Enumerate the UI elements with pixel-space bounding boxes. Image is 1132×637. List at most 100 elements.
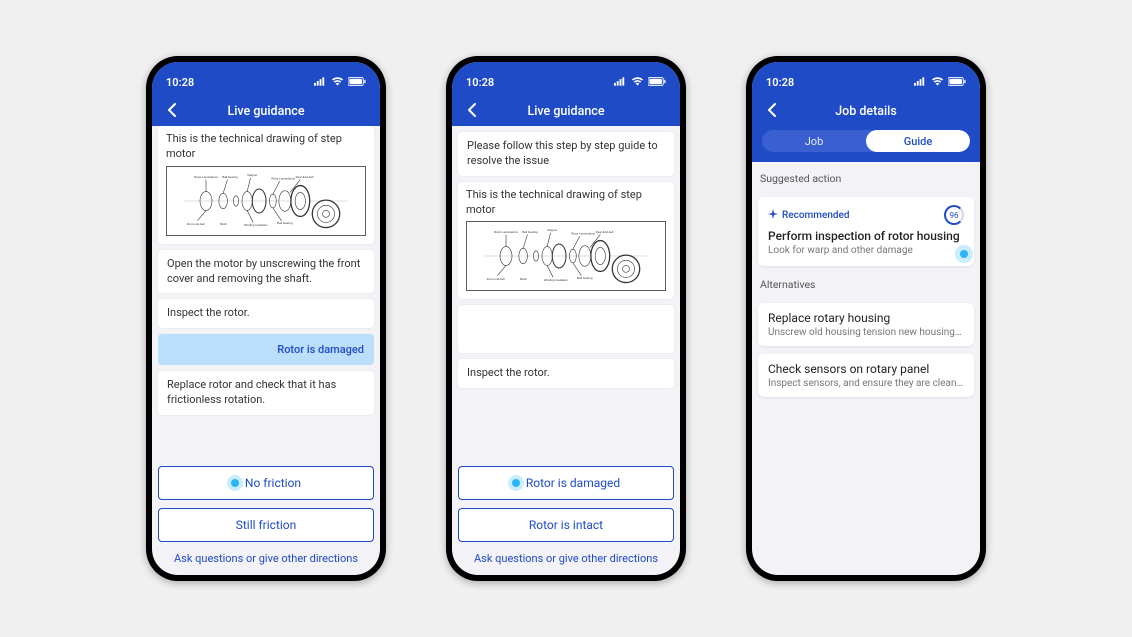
alt-subtitle: Unscrew old housing tension new housing … (768, 327, 964, 338)
drawing-caption: This is the technical drawing of step mo… (166, 132, 366, 162)
status-indicators (614, 76, 666, 89)
alt-title: Replace rotary housing (768, 311, 964, 325)
action-title: Perform inspection of rotor housing (768, 229, 964, 243)
step-card: Open the motor by unscrewing the front c… (158, 250, 374, 294)
tab-guide[interactable]: Guide (866, 130, 970, 152)
svg-text:Ball bearing: Ball bearing (522, 230, 538, 234)
svg-text:Rear End-bell: Rear End-bell (596, 230, 614, 234)
alt-title: Check sensors on rotary panel (768, 362, 964, 376)
phone-2: 10:28 Live guidance Please follow this s… (446, 56, 686, 581)
option-label: Rotor is intact (529, 518, 603, 532)
screen: 10:28 Live guidance This is the technica… (152, 62, 380, 575)
status-time: 10:28 (166, 76, 194, 89)
tab-job[interactable]: Job (762, 130, 866, 152)
wifi-icon (931, 76, 944, 89)
back-button[interactable] (462, 100, 482, 120)
alternative-card[interactable]: Check sensors on rotary panel Inspect se… (758, 354, 974, 397)
segmented-control: Job Guide (752, 126, 980, 162)
status-time: 10:28 (766, 76, 794, 89)
svg-text:Ball bearing: Ball bearing (277, 221, 293, 225)
screen: 10:28 Job details Job Guide Suggested ac… (752, 62, 980, 575)
pulse-indicator-icon (960, 250, 968, 258)
wifi-icon (331, 76, 344, 89)
alternative-card[interactable]: Replace rotary housing Unscrew old housi… (758, 303, 974, 346)
footer-prompt[interactable]: Ask questions or give other directions (152, 548, 380, 575)
svg-text:Front end-bell: Front end-bell (187, 222, 205, 226)
technical-drawing: Rotor Laminations Ball bearing Magnet Ro… (466, 221, 666, 291)
intro-card: Please follow this step by step guide to… (458, 132, 674, 176)
svg-text:Rotor Laminations: Rotor Laminations (194, 175, 218, 179)
alt-subtitle: Inspect sensors, and ensure they are cle… (768, 378, 964, 389)
sparkle-icon (768, 209, 778, 222)
footer-prompt[interactable]: Ask questions or give other directions (452, 548, 680, 575)
score-value: 96 (950, 211, 959, 220)
svg-text:Magnet: Magnet (247, 173, 257, 177)
technical-drawing: Rotor Laminations Ball bearing Magnet Ro… (166, 166, 366, 236)
back-button[interactable] (762, 100, 782, 120)
action-subtitle: Look for warp and other damage (768, 245, 964, 256)
drawing-card: This is the technical drawing of step mo… (158, 126, 374, 244)
phone-3: 10:28 Job details Job Guide Suggested ac… (746, 56, 986, 581)
section-suggested: Suggested action (758, 168, 974, 189)
status-bar: 10:28 (452, 62, 680, 96)
content-area: Suggested action Recommended 96 Perform … (752, 162, 980, 575)
content-area: Please follow this step by step guide to… (452, 126, 680, 466)
svg-text:Rotor Laminations: Rotor Laminations (571, 232, 595, 236)
user-response: Rotor is damaged (158, 334, 374, 365)
page-title: Job details (752, 104, 980, 119)
score-badge: 96 (944, 205, 964, 225)
status-time: 10:28 (466, 76, 494, 89)
recommended-header: Recommended 96 (768, 205, 964, 225)
recommended-action-card[interactable]: Recommended 96 Perform inspection of rot… (758, 197, 974, 266)
option-no-friction[interactable]: No friction (158, 466, 374, 500)
content-area: This is the technical drawing of step mo… (152, 126, 380, 466)
status-indicators (914, 76, 966, 89)
svg-text:Ball bearing: Ball bearing (577, 277, 593, 281)
phone-1: 10:28 Live guidance This is the technica… (146, 56, 386, 581)
cellular-icon (314, 76, 327, 89)
cellular-icon (614, 76, 627, 89)
step-card: Inspect the rotor. (458, 359, 674, 388)
status-bar: 10:28 (752, 62, 980, 96)
svg-text:Winding Insulation: Winding Insulation (544, 278, 568, 282)
step-card: Inspect the rotor. (158, 299, 374, 328)
options-area: No friction Still friction (152, 466, 380, 548)
option-still-friction[interactable]: Still friction (158, 508, 374, 542)
option-rotor-intact[interactable]: Rotor is intact (458, 508, 674, 542)
step-card: Replace rotor and check that it has fric… (158, 371, 374, 415)
status-bar: 10:28 (152, 62, 380, 96)
battery-icon (348, 76, 366, 89)
svg-text:Ball bearing: Ball bearing (222, 175, 238, 179)
status-indicators (314, 76, 366, 89)
svg-text:Magnet: Magnet (547, 229, 557, 233)
option-rotor-damaged[interactable]: Rotor is damaged (458, 466, 674, 500)
svg-text:Winding Insulation: Winding Insulation (244, 223, 268, 227)
page-title: Live guidance (452, 104, 680, 119)
option-label: Rotor is damaged (526, 476, 620, 490)
pulse-indicator-icon (512, 479, 520, 487)
wifi-icon (631, 76, 644, 89)
cellular-icon (914, 76, 927, 89)
back-button[interactable] (162, 100, 182, 120)
drawing-caption: This is the technical drawing of step mo… (466, 188, 666, 218)
screen: 10:28 Live guidance Please follow this s… (452, 62, 680, 575)
svg-text:Front end-bell: Front end-bell (487, 277, 505, 281)
options-area: Rotor is damaged Rotor is intact (452, 466, 680, 548)
blank-card (458, 305, 674, 353)
svg-text:Rotor Laminations: Rotor Laminations (494, 230, 518, 234)
app-bar: Job details (752, 96, 980, 126)
option-label: Still friction (236, 518, 297, 532)
battery-icon (948, 76, 966, 89)
svg-text:Shaft: Shaft (520, 277, 527, 281)
svg-text:Rear End-bell: Rear End-bell (296, 175, 314, 179)
drawing-card: This is the technical drawing of step mo… (458, 182, 674, 300)
recommended-label: Recommended (782, 210, 850, 221)
app-bar: Live guidance (452, 96, 680, 126)
battery-icon (648, 76, 666, 89)
page-title: Live guidance (152, 104, 380, 119)
option-label: No friction (245, 476, 301, 490)
section-alternatives: Alternatives (758, 274, 974, 295)
svg-text:Rotor Laminations: Rotor Laminations (271, 176, 295, 180)
pulse-indicator-icon (231, 479, 239, 487)
app-bar: Live guidance (152, 96, 380, 126)
